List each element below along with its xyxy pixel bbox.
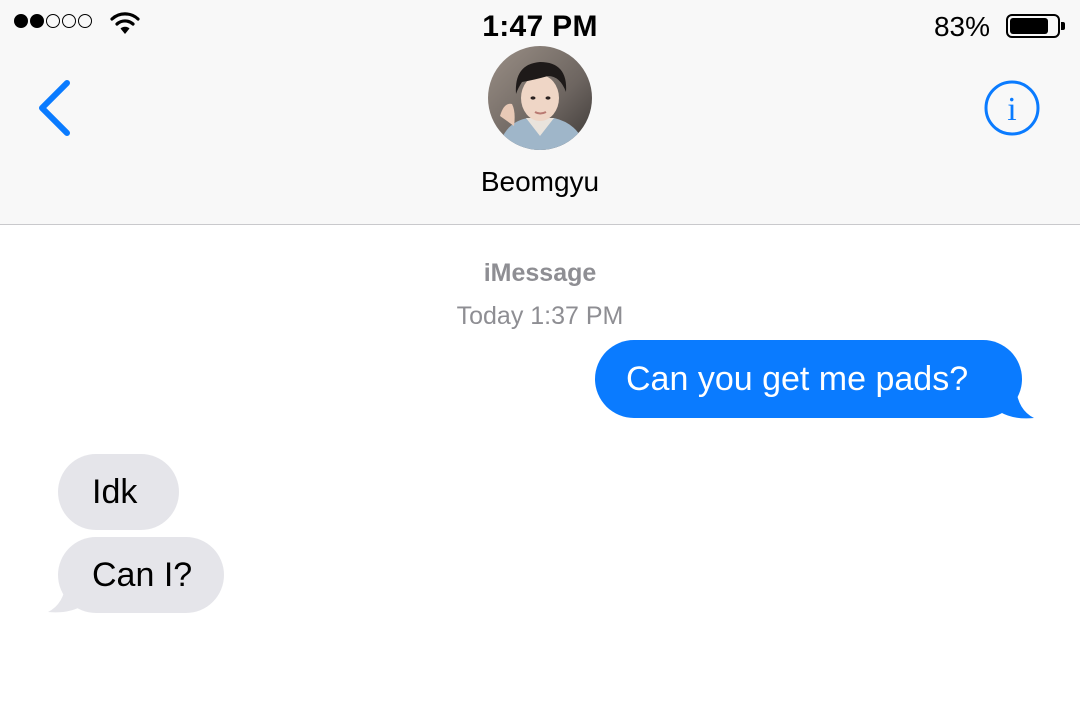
conversation-header: 1:47 PM 83% Beomgyu i: [0, 0, 1080, 225]
battery-icon: [1006, 14, 1065, 38]
info-circle-icon: i: [984, 80, 1040, 136]
info-button[interactable]: i: [984, 80, 1040, 136]
sent-bubble-tail: [1000, 388, 1034, 419]
received-message-bubble[interactable]: Idk: [58, 454, 179, 530]
message-text: Idk: [92, 473, 138, 511]
info-glyph: i: [1007, 91, 1016, 128]
status-time: 1:47 PM: [482, 10, 598, 43]
avatar-photo: [488, 46, 592, 150]
received-bubble-tail: [48, 582, 82, 613]
contact-avatar[interactable]: [488, 46, 592, 150]
chevron-left-icon: [39, 80, 70, 136]
message-text: Can I?: [92, 556, 193, 594]
contact-name[interactable]: Beomgyu: [0, 166, 1080, 198]
battery-fill: [1010, 18, 1049, 34]
back-button[interactable]: [30, 78, 80, 138]
message-text: Can you get me pads?: [626, 360, 969, 398]
service-label: iMessage: [483, 259, 597, 287]
received-message-bubble[interactable]: Can I?: [58, 537, 224, 613]
battery-nub: [1061, 22, 1065, 30]
message-timestamp: Today 1:37 PM: [456, 302, 624, 330]
messages-screen: 1:47 PM 83% Beomgyu i iMessage Today 1:3…: [0, 0, 1080, 701]
sent-message-bubble[interactable]: Can you get me pads?: [595, 340, 1022, 418]
battery-percentage: 83%: [933, 11, 990, 42]
